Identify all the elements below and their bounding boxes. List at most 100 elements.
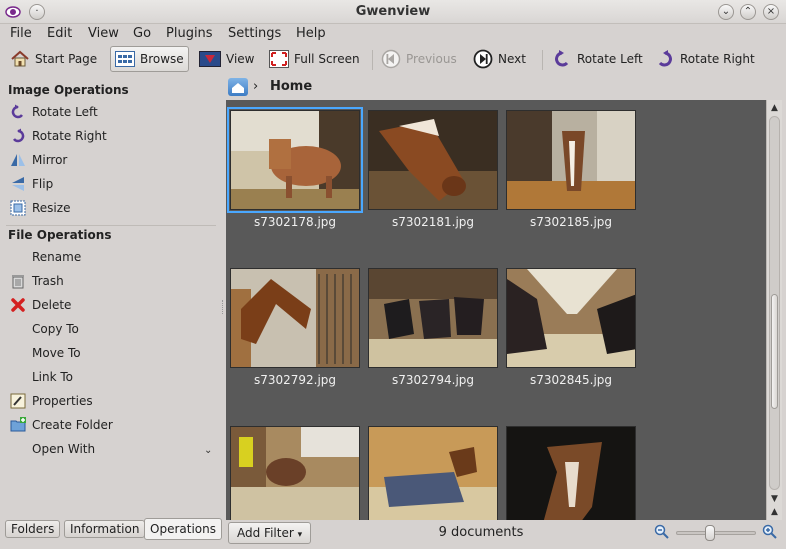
thumbnail-image[interactable] bbox=[368, 426, 498, 520]
sidebar-copy-to[interactable]: Copy To bbox=[10, 319, 79, 339]
full-screen-label: Full Screen bbox=[294, 52, 360, 66]
sidebar-trash[interactable]: Trash bbox=[10, 271, 64, 291]
scroll-up-icon[interactable]: ▲ bbox=[767, 505, 782, 519]
home-folder-icon[interactable] bbox=[228, 78, 248, 96]
browse-label: Browse bbox=[140, 52, 184, 66]
main-toolbar: Start Page Browse View Full Screen Previ… bbox=[0, 44, 786, 74]
tab-operations[interactable]: Operations bbox=[144, 518, 222, 540]
scroll-down-icon[interactable]: ▼ bbox=[767, 492, 782, 506]
rotate-right-button[interactable]: Rotate Right bbox=[651, 46, 759, 72]
sidebar-flip[interactable]: Flip bbox=[10, 174, 53, 194]
menu-bar: File Edit View Go Plugins Settings Help bbox=[0, 24, 786, 44]
sidebar-item-label: Properties bbox=[32, 394, 93, 408]
previous-label: Previous bbox=[406, 52, 457, 66]
sidebar-resize[interactable]: Resize bbox=[10, 198, 70, 218]
breadcrumb-home[interactable]: Home bbox=[270, 79, 312, 94]
start-page-label: Start Page bbox=[35, 52, 98, 66]
thumbnail-item[interactable]: s7302181.jpg bbox=[368, 110, 498, 229]
chevron-down-icon[interactable]: ⌄ bbox=[204, 445, 212, 456]
thumbnail-image[interactable] bbox=[368, 268, 498, 368]
sidebar-link-to[interactable]: Link To bbox=[10, 367, 73, 387]
menu-plugins[interactable]: Plugins bbox=[166, 26, 213, 41]
previous-button[interactable]: Previous bbox=[377, 46, 461, 72]
thumbnail-item[interactable]: s7302845.jpg bbox=[506, 268, 636, 387]
window-title: Gwenview bbox=[355, 4, 431, 19]
view-image-icon bbox=[199, 51, 221, 67]
browse-button[interactable]: Browse bbox=[110, 46, 189, 72]
sidebar-rotate-left[interactable]: Rotate Left bbox=[10, 102, 98, 122]
menu-edit[interactable]: Edit bbox=[47, 26, 72, 41]
minimize-button[interactable]: ⌄ bbox=[718, 4, 734, 20]
next-button[interactable]: Next bbox=[469, 46, 530, 72]
menu-file[interactable]: File bbox=[10, 26, 32, 41]
sidebar-item-label: Copy To bbox=[32, 322, 79, 336]
browse-grid-icon bbox=[115, 51, 135, 67]
thumbnail-item[interactable]: s7302178.jpg bbox=[227, 107, 363, 229]
sidebar-tabs: Folders Information Operations bbox=[0, 518, 222, 542]
zoom-slider-handle[interactable] bbox=[705, 525, 715, 541]
sidebar-item-label: Open With bbox=[32, 442, 96, 456]
thumbnail-image[interactable] bbox=[506, 268, 636, 368]
view-label: View bbox=[226, 52, 255, 66]
thumbnail-grid[interactable]: s7302178.jpg s7302181.jpg s7302185.jpg s… bbox=[226, 100, 766, 520]
rotate-right-label: Rotate Right bbox=[680, 52, 755, 66]
zoom-in-icon[interactable] bbox=[762, 524, 778, 540]
zoom-out-icon[interactable] bbox=[654, 524, 670, 540]
sidebar-move-to[interactable]: Move To bbox=[10, 343, 81, 363]
thumbnail-image[interactable] bbox=[230, 268, 360, 368]
sidebar-open-with[interactable]: Open With bbox=[10, 439, 95, 459]
sidebar-splitter-handle[interactable] bbox=[222, 300, 225, 314]
thumbnail-filename: s7302181.jpg bbox=[391, 215, 475, 229]
toolbar-separator bbox=[372, 50, 373, 70]
thumbnail-item[interactable] bbox=[506, 426, 636, 520]
thumbnail-image[interactable] bbox=[368, 110, 498, 210]
thumbnail-filename: s7302845.jpg bbox=[529, 373, 613, 387]
trash-icon bbox=[12, 275, 24, 289]
menu-help[interactable]: Help bbox=[296, 26, 326, 41]
sidebar-delete[interactable]: Delete bbox=[10, 295, 71, 315]
flip-icon bbox=[12, 177, 24, 191]
start-page-button[interactable]: Start Page bbox=[6, 46, 101, 72]
sidebar-properties[interactable]: Properties bbox=[10, 391, 93, 411]
sidebar-create-folder[interactable]: Create Folder bbox=[10, 415, 113, 435]
scroll-up-icon[interactable]: ▲ bbox=[767, 101, 782, 115]
sidebar-item-label: Flip bbox=[32, 177, 54, 191]
menu-settings[interactable]: Settings bbox=[228, 26, 281, 41]
scrollbar-track[interactable] bbox=[769, 116, 780, 490]
breadcrumb: › Home bbox=[226, 76, 782, 100]
thumbnail-item[interactable]: s7302792.jpg bbox=[230, 268, 360, 387]
thumbnail-item[interactable]: s7302185.jpg bbox=[506, 110, 636, 229]
full-screen-button[interactable]: Full Screen bbox=[265, 46, 364, 72]
sidebar-mirror[interactable]: Mirror bbox=[10, 150, 67, 170]
sidebar-item-label: Rotate Left bbox=[32, 105, 98, 119]
thumbnail-image[interactable] bbox=[227, 107, 363, 213]
sidebar-rename[interactable]: Rename bbox=[10, 247, 81, 267]
thumbnail-item[interactable] bbox=[368, 426, 498, 520]
sidebar-item-label: Create Folder bbox=[32, 418, 113, 432]
thumbnail-image[interactable] bbox=[506, 110, 636, 210]
view-button[interactable]: View bbox=[195, 46, 258, 72]
tab-information[interactable]: Information bbox=[64, 520, 146, 538]
scrollbar-thumb[interactable] bbox=[771, 294, 778, 409]
rotate-left-button[interactable]: Rotate Left bbox=[548, 46, 647, 72]
menu-view[interactable]: View bbox=[88, 26, 119, 41]
thumbnail-item[interactable]: s7302794.jpg bbox=[368, 268, 498, 387]
rotate-right-icon bbox=[658, 50, 672, 67]
maximize-button[interactable]: ⌃ bbox=[740, 4, 756, 20]
sidebar-rotate-right[interactable]: Rotate Right bbox=[10, 126, 107, 146]
thumbnail-image[interactable] bbox=[230, 426, 360, 520]
thumbnail-scrollbar[interactable]: ▲ ▼ ▲ bbox=[766, 100, 782, 520]
sidebar-item-label: Resize bbox=[32, 201, 71, 215]
menu-go[interactable]: Go bbox=[133, 26, 151, 41]
close-button[interactable]: × bbox=[763, 4, 779, 20]
thumbnail-image[interactable] bbox=[506, 426, 636, 520]
tab-folders[interactable]: Folders bbox=[5, 520, 61, 538]
title-bar: · Gwenview ⌄ ⌃ × bbox=[0, 0, 786, 24]
zoom-slider[interactable] bbox=[676, 525, 756, 541]
thumbnail-item[interactable] bbox=[230, 426, 360, 520]
breadcrumb-separator-icon[interactable]: › bbox=[253, 79, 258, 94]
thumbnail-filename: s7302794.jpg bbox=[391, 373, 475, 387]
sidebar-item-label: Trash bbox=[32, 274, 64, 288]
home-icon bbox=[11, 50, 29, 67]
sidebar-item-label: Mirror bbox=[32, 153, 68, 167]
